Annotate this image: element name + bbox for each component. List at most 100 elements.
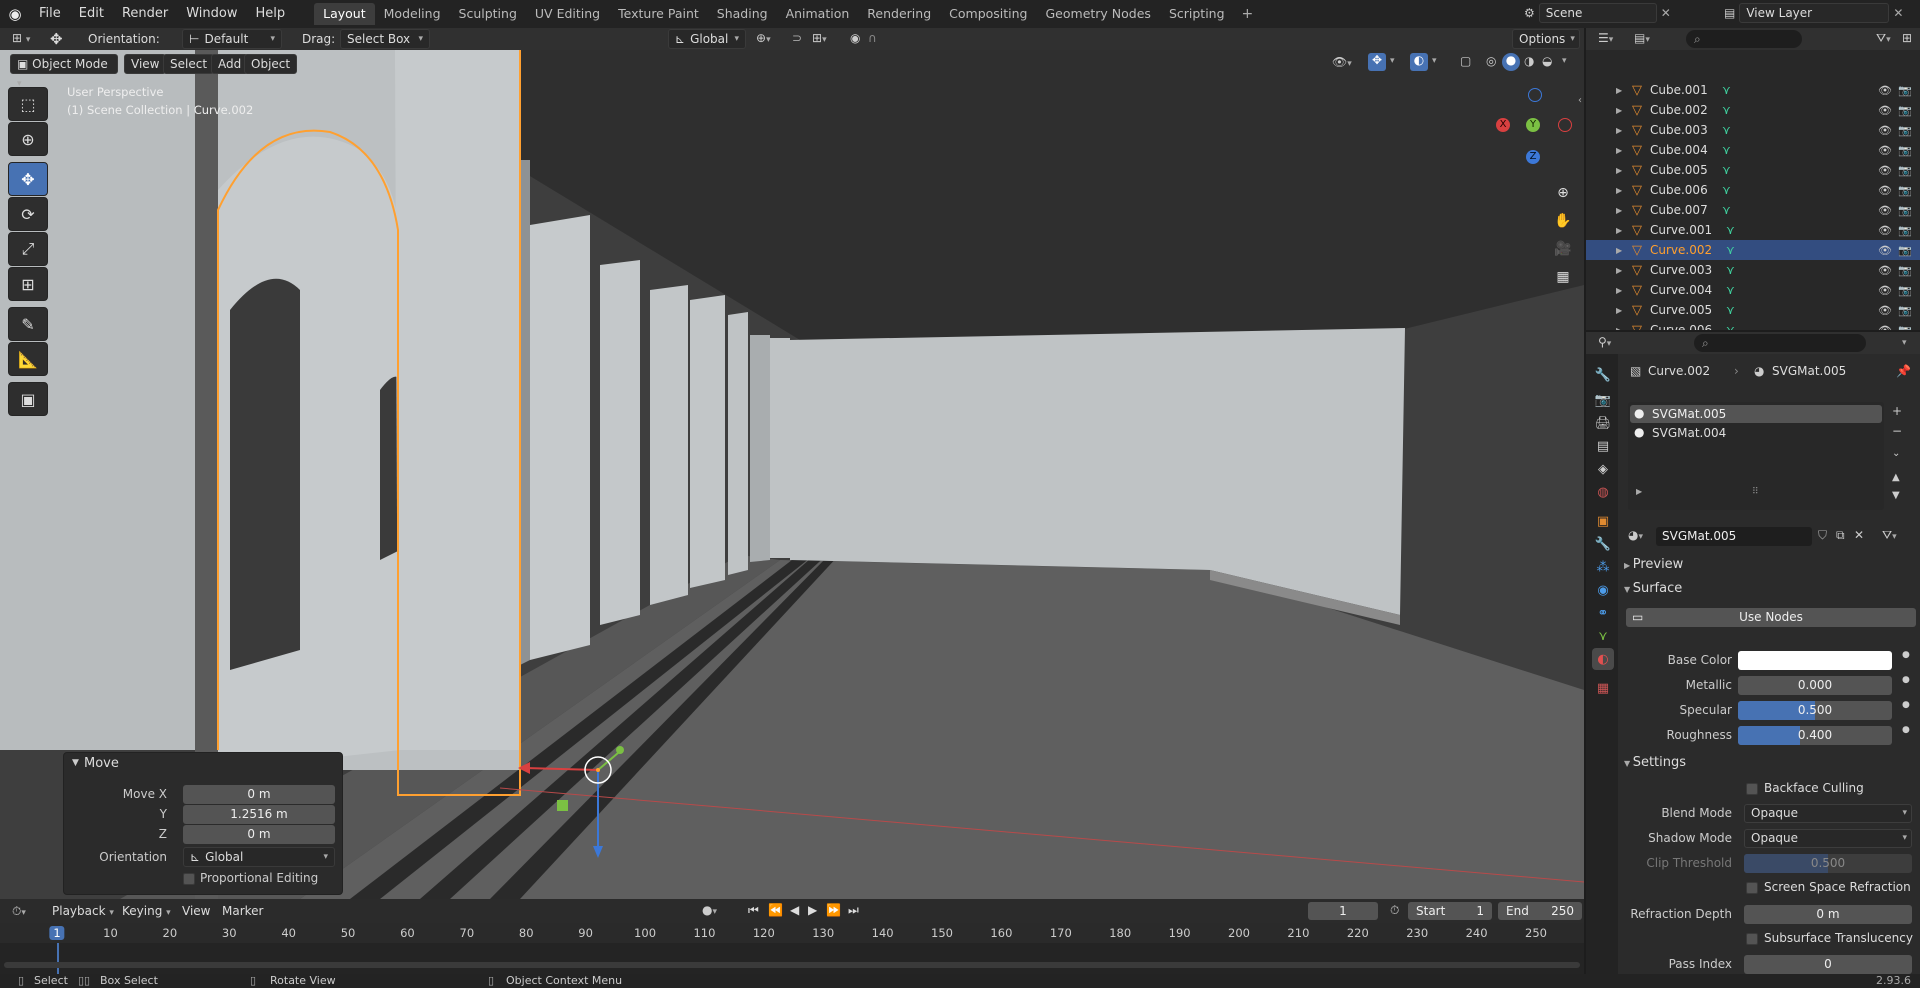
jump-start-icon[interactable]: ⏮ bbox=[748, 903, 759, 918]
output-tab-icon[interactable]: 🖨 bbox=[1592, 412, 1614, 434]
tab-geometry-nodes[interactable]: Geometry Nodes bbox=[1037, 3, 1160, 25]
snap-target-icon[interactable]: ⊞▾ bbox=[812, 31, 827, 45]
outliner-item-name[interactable]: Curve.003 bbox=[1650, 263, 1712, 277]
expand-arrow-icon[interactable]: ▶ bbox=[1616, 286, 1622, 295]
preview-range-icon[interactable]: ⏱ bbox=[1390, 903, 1399, 918]
particles-tab-icon[interactable]: ⁂ bbox=[1592, 556, 1614, 578]
xray-icon[interactable]: ▢ bbox=[1460, 54, 1471, 68]
outliner-item-name[interactable]: Cube.003 bbox=[1650, 123, 1708, 137]
camera-icon[interactable]: 📷 bbox=[1898, 164, 1912, 177]
outliner-row[interactable]: ▶ ▽ Cube.006 ⋎ 👁 📷 bbox=[1586, 180, 1920, 200]
scene-tab-icon[interactable]: ◈ bbox=[1592, 458, 1614, 480]
view-layer-tab-icon[interactable]: ▤ bbox=[1592, 435, 1614, 457]
menu-add[interactable]: Add bbox=[211, 54, 249, 74]
camera-icon[interactable]: 📷 bbox=[1898, 124, 1912, 137]
scale-tool[interactable]: ⤢ bbox=[8, 232, 48, 266]
current-frame-field[interactable]: 1 bbox=[1308, 902, 1378, 920]
outliner-row[interactable]: ▶ ▽ Cube.007 ⋎ 👁 📷 bbox=[1586, 200, 1920, 220]
jump-end-icon[interactable]: ⏭ bbox=[848, 903, 859, 918]
camera-icon[interactable]: 🎥 bbox=[1550, 236, 1576, 262]
outliner-row[interactable]: ▶ ▽ Cube.005 ⋎ 👁 📷 bbox=[1586, 160, 1920, 180]
slot-down-icon[interactable]: ▼ bbox=[1892, 490, 1900, 501]
outliner-item-name[interactable]: Curve.005 bbox=[1650, 303, 1712, 317]
slot-up-icon[interactable]: ▲ bbox=[1892, 472, 1900, 483]
outliner-row[interactable]: ▶ ▽ Curve.004 ⋎ 👁 📷 bbox=[1586, 280, 1920, 300]
menu-timeline-view[interactable]: View bbox=[182, 904, 210, 918]
physics-tab-icon[interactable]: ◉ bbox=[1592, 579, 1614, 601]
timeline-track[interactable] bbox=[0, 943, 1584, 974]
add-slot-icon[interactable]: + bbox=[1892, 404, 1902, 418]
slot-2-label[interactable]: SVGMat.004 bbox=[1652, 426, 1726, 440]
add-cube-tool[interactable]: ▣ bbox=[8, 382, 48, 416]
tab-texture-paint[interactable]: Texture Paint bbox=[609, 3, 708, 25]
tool-tab-icon[interactable]: 🔧 bbox=[1592, 364, 1614, 386]
browse-material-icon[interactable]: ◕▾ bbox=[1628, 528, 1643, 542]
expand-arrow-icon[interactable]: ▶ bbox=[1616, 86, 1622, 95]
eye-icon[interactable]: 👁 bbox=[1878, 204, 1892, 217]
mode-dropdown[interactable]: ▣ Object Mode ▾ bbox=[10, 54, 118, 89]
clip-threshold-slider[interactable]: 0.500 bbox=[1744, 854, 1912, 873]
wireframe-shading-icon[interactable]: ◎ bbox=[1486, 54, 1496, 68]
outliner-search-field[interactable]: ⌕ bbox=[1686, 30, 1802, 48]
eye-icon[interactable]: 👁 bbox=[1878, 304, 1892, 317]
frame-ruler[interactable]: 1 10 20 30 40 50 60 70 80 90 100 110 120 130 140 150 160… bbox=[0, 923, 1584, 943]
camera-icon[interactable]: 📷 bbox=[1898, 244, 1912, 257]
tab-animation[interactable]: Animation bbox=[777, 3, 859, 25]
camera-icon[interactable]: 📷 bbox=[1898, 184, 1912, 197]
annotate-tool[interactable]: ✎ bbox=[8, 307, 48, 341]
nav-gizmo-z-dot[interactable] bbox=[1528, 88, 1542, 102]
roughness-slider[interactable]: 0.400 bbox=[1738, 726, 1892, 745]
proportional-editing-checkbox[interactable] bbox=[183, 873, 195, 885]
falloff-icon[interactable]: ∩ bbox=[868, 31, 877, 45]
new-collection-icon[interactable]: ⊞ bbox=[1902, 31, 1912, 45]
outliner-item-name[interactable]: Curve.004 bbox=[1650, 283, 1712, 297]
rotate-tool[interactable]: ⟳ bbox=[8, 197, 48, 231]
expand-arrow-icon[interactable]: ▶ bbox=[1616, 166, 1622, 175]
outliner-item-name[interactable]: Curve.006 bbox=[1650, 323, 1712, 330]
pin-icon[interactable]: 📌 bbox=[1896, 364, 1911, 378]
eye-icon[interactable]: 👁 bbox=[1878, 84, 1892, 97]
menu-render[interactable]: Render bbox=[113, 0, 177, 28]
metallic-slider[interactable]: 0.000 bbox=[1738, 676, 1892, 695]
eye-icon[interactable]: 👁 bbox=[1878, 264, 1892, 277]
outliner-item-name[interactable]: Cube.001 bbox=[1650, 83, 1708, 97]
fake-user-icon[interactable]: ⛉ bbox=[1818, 528, 1827, 543]
expand-arrow-icon[interactable]: ▶ bbox=[1616, 266, 1622, 275]
snap-icon[interactable]: ⊃ bbox=[792, 31, 802, 45]
outliner-row[interactable]: ▶ ▽ Curve.001 ⋎ 👁 📷 bbox=[1586, 220, 1920, 240]
object-tab-icon[interactable]: ▣ bbox=[1592, 510, 1614, 532]
outliner-item-name[interactable]: Curve.002 bbox=[1650, 243, 1712, 257]
preview-section-header[interactable]: ▶ Preview bbox=[1624, 554, 1918, 576]
expand-arrow-icon[interactable]: ▶ bbox=[1616, 186, 1622, 195]
display-mode-icon[interactable]: ▤▾ bbox=[1634, 31, 1650, 45]
props-editor-icon[interactable]: ⚲▾ bbox=[1598, 335, 1611, 349]
props-search-field[interactable]: ⌕ bbox=[1694, 334, 1866, 352]
view-layer-close-icon[interactable]: ✕ bbox=[1893, 6, 1903, 20]
operator-title[interactable]: Move bbox=[84, 756, 119, 771]
material-name-field[interactable]: SVGMat.005 bbox=[1656, 527, 1812, 546]
eye-icon[interactable]: 👁 bbox=[1878, 284, 1892, 297]
blender-logo-icon[interactable]: ◉ bbox=[0, 5, 30, 23]
outliner-row[interactable]: ▶ ▽ Curve.003 ⋎ 👁 📷 bbox=[1586, 260, 1920, 280]
nav-gizmo-z[interactable]: Z bbox=[1526, 150, 1540, 164]
shading-menu-icon[interactable]: ▾ bbox=[1562, 56, 1567, 66]
backface-culling-checkbox[interactable] bbox=[1746, 783, 1758, 795]
nav-gizmo-x[interactable]: X bbox=[1496, 118, 1510, 132]
tab-scripting[interactable]: Scripting bbox=[1160, 3, 1234, 25]
eye-icon[interactable]: 👁 bbox=[1878, 184, 1892, 197]
menu-view[interactable]: View bbox=[124, 54, 167, 74]
drag-dropdown[interactable]: Select Box ▾ bbox=[340, 29, 430, 49]
playhead[interactable] bbox=[57, 943, 59, 974]
outliner-item-name[interactable]: Cube.007 bbox=[1650, 203, 1708, 217]
menu-object[interactable]: Object bbox=[244, 54, 298, 74]
proportional-edit-icon[interactable]: ◉ bbox=[850, 31, 860, 45]
expand-arrow-icon[interactable]: ▶ bbox=[1616, 306, 1622, 315]
eye-icon[interactable]: 👁 bbox=[1878, 124, 1892, 137]
tab-shading[interactable]: Shading bbox=[708, 3, 777, 25]
scene-selector[interactable]: Scene bbox=[1538, 3, 1657, 23]
outliner-item-name[interactable]: Cube.005 bbox=[1650, 163, 1708, 177]
view-layer-icon[interactable]: ▤ bbox=[1724, 6, 1735, 20]
settings-section-header[interactable]: ▼ Settings bbox=[1624, 752, 1918, 774]
tab-layout[interactable]: Layout bbox=[314, 3, 375, 25]
modifier-tab-icon[interactable]: 🔧 bbox=[1592, 533, 1614, 555]
